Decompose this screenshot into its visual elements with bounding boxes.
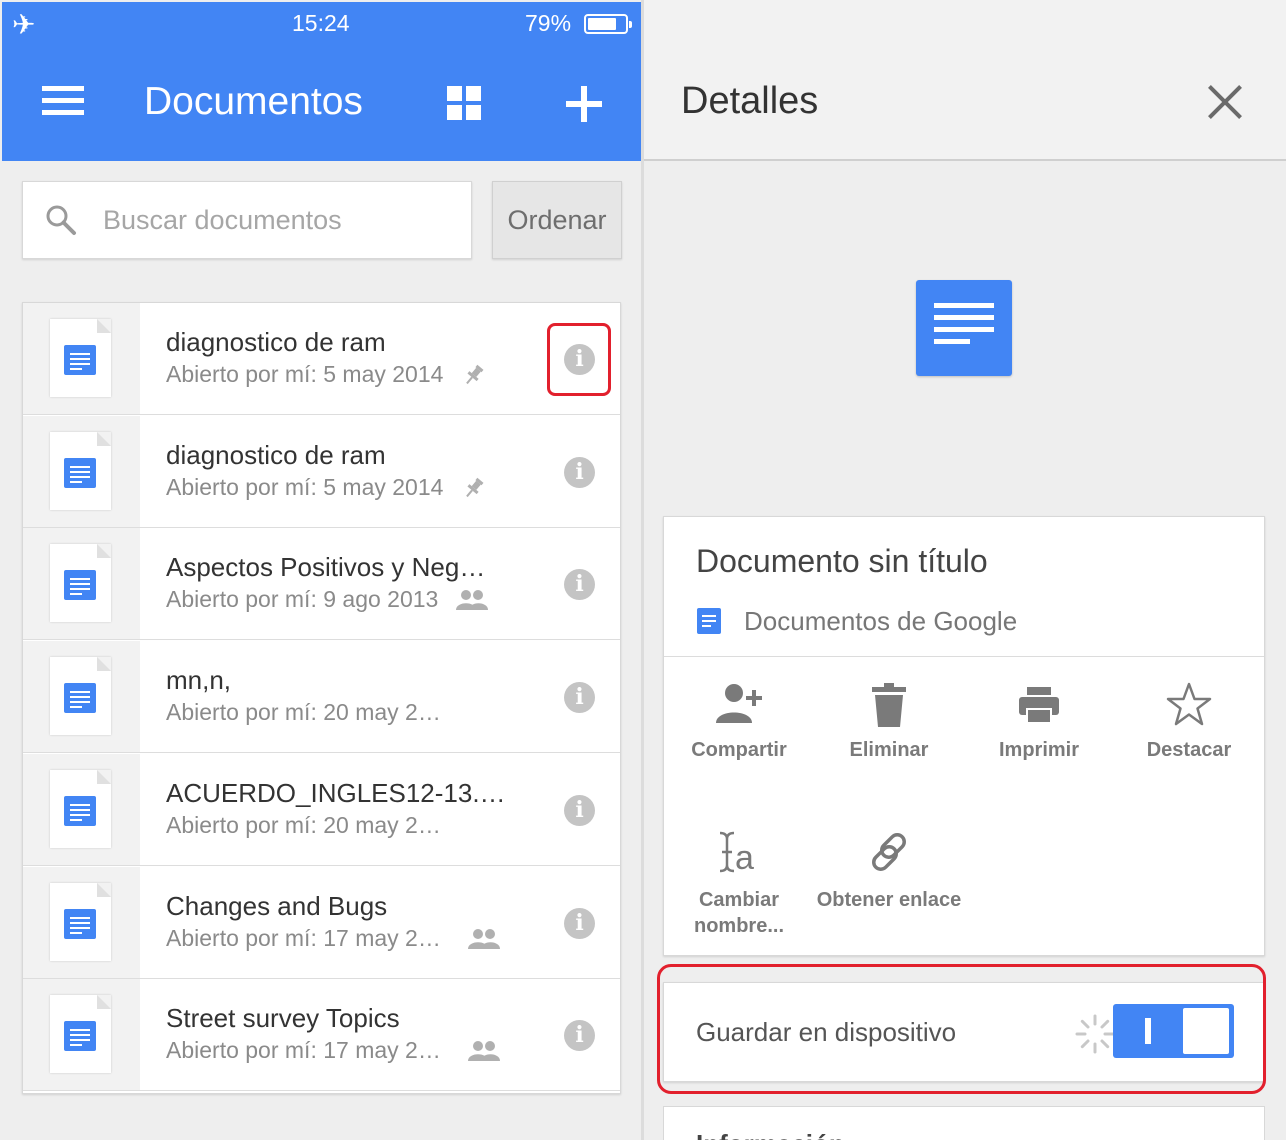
info-icon[interactable]: i (564, 1020, 595, 1052)
document-type: Documentos de Google (744, 606, 1018, 636)
search-box[interactable] (22, 181, 472, 259)
documents-panel: ✈ 15:24 79% Documentos Ordenar diagnosti… (0, 0, 641, 1140)
document-opened-date: Abierto por mí: 17 may 2… (166, 924, 441, 951)
document-row[interactable]: mn,n, Abierto por mí: 20 may 2… i (23, 641, 620, 754)
docs-file-icon (64, 457, 96, 488)
thumbnail (23, 979, 140, 1091)
battery-percent: 79% (525, 10, 572, 36)
trash-icon (872, 683, 906, 727)
docs-type-icon (697, 608, 721, 634)
document-row[interactable]: Street survey Topics Abierto por mí: 17 m… (23, 979, 620, 1092)
airplane-mode-icon: ✈ (12, 9, 36, 40)
document-info-card: Documento sin título Documentos de Googl… (663, 516, 1265, 956)
pin-icon (466, 364, 484, 385)
info-icon[interactable]: i (564, 794, 595, 826)
app-bar: ✈ 15:24 79% Documentos (2, 2, 641, 161)
highlight-annotation-save (657, 964, 1266, 1094)
document-row[interactable]: diagnostico de ram Abierto por mí: 5 may … (23, 303, 620, 415)
document-opened-date: Abierto por mí: 5 may 2014 (166, 473, 444, 500)
document-row[interactable]: diagnostico de ram Abierto por mí: 5 may … (23, 415, 620, 528)
thumbnail (23, 303, 140, 414)
star-label: Destacar (1146, 739, 1232, 761)
document-thumbnail (50, 882, 111, 961)
document-name: diagnostico de ram (166, 439, 386, 470)
info-icon[interactable]: i (564, 569, 595, 601)
document-opened-date: Abierto por mí: 20 may 2… (166, 811, 441, 838)
share-label: Compartir (691, 739, 787, 761)
document-thumbnail (50, 995, 111, 1074)
document-name: diagnostico de ram (166, 327, 386, 357)
document-name: ACUERDO_INGLES12-13.… (166, 777, 506, 808)
details-title: Detalles (681, 80, 819, 122)
delete-label: Eliminar (849, 739, 929, 761)
info-icon[interactable]: i (564, 907, 595, 939)
document-opened-date: Abierto por mí: 20 may 2… (166, 699, 441, 726)
thumbnail (23, 866, 140, 978)
add-person-icon (716, 684, 762, 723)
docs-file-icon (64, 345, 96, 375)
document-opened-date: Abierto por mí: 9 ago 2013 (166, 586, 439, 613)
document-thumbnail (50, 431, 111, 510)
close-icon[interactable] (1207, 84, 1243, 120)
document-row[interactable]: Aspectos Positivos y Neg… Abierto por mí:… (23, 528, 620, 641)
details-header: Detalles (644, 0, 1286, 161)
battery-fill (588, 18, 617, 30)
grid-view-icon[interactable] (447, 86, 481, 120)
rename-label: Cambiar nombre... (693, 889, 784, 937)
pin-icon (466, 477, 484, 497)
document-row[interactable]: Changes and Bugs Abierto por mí: 17 may 2… (23, 866, 620, 979)
thumbnail (23, 641, 140, 753)
docs-file-icon (64, 795, 96, 826)
menu-icon[interactable] (42, 86, 84, 118)
thumbnail (23, 528, 140, 640)
info-icon[interactable]: i (564, 456, 595, 488)
battery-icon (584, 14, 632, 34)
document-name: Changes and Bugs (166, 890, 388, 921)
document-opened-date: Abierto por mí: 5 may 2014 (166, 361, 444, 387)
document-name: Street survey Topics (166, 1003, 400, 1034)
document-thumbnail (50, 769, 111, 848)
people-icon (468, 928, 500, 949)
svg-text:a: a (735, 839, 754, 875)
document-row[interactable]: ACUERDO_INGLES12-13.… Abierto por mí: 20 … (23, 753, 620, 866)
document-list: diagnostico de ram Abierto por mí: 5 may … (22, 302, 621, 1094)
highlight-annotation-info (547, 323, 611, 396)
document-icon (916, 280, 1012, 376)
docs-file-icon (64, 683, 96, 714)
people-icon (468, 1041, 500, 1062)
info-icon[interactable]: i (564, 682, 595, 714)
information-card: Información (663, 1106, 1265, 1140)
document-name: mn,n, (166, 665, 232, 696)
document-thumbnail (50, 319, 111, 397)
divider (664, 656, 1264, 657)
create-document-icon[interactable] (566, 86, 602, 122)
document-thumbnail (50, 544, 111, 623)
information-heading: Información (696, 1129, 845, 1140)
get-link-label: Obtener enlace (816, 889, 962, 911)
document-opened-date: Abierto por mí: 17 may 2… (166, 1037, 441, 1064)
print-label: Imprimir (998, 739, 1080, 761)
status-time: 15:24 (292, 10, 350, 36)
people-icon (456, 590, 488, 611)
thumbnail (23, 753, 140, 865)
page-title: Documentos (144, 80, 363, 123)
docs-file-icon (64, 908, 96, 939)
link-icon (872, 833, 906, 871)
thumbnail (23, 415, 140, 527)
document-title: Documento sin título (696, 543, 988, 579)
docs-file-icon (64, 1021, 96, 1052)
sort-button[interactable]: Ordenar (492, 181, 622, 259)
star-icon (1166, 682, 1212, 726)
rename-icon: a (719, 831, 754, 875)
document-thumbnail (50, 657, 111, 736)
print-icon (1019, 687, 1059, 724)
docs-file-icon (64, 570, 96, 601)
search-icon (46, 205, 76, 235)
search-input[interactable] (103, 196, 443, 244)
document-name: Aspectos Positivos y Neg… (166, 552, 486, 583)
